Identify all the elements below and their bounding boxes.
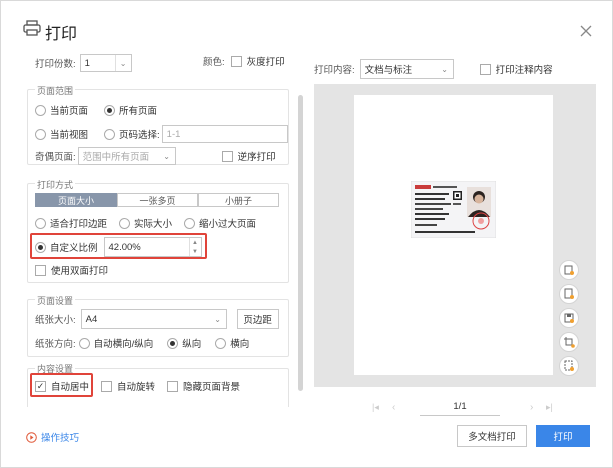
- printer-icon: [23, 20, 41, 36]
- print-preview: [314, 84, 596, 387]
- close-icon[interactable]: [579, 24, 593, 38]
- paper-size-label: 纸张大小:: [35, 315, 76, 326]
- last-page-icon[interactable]: ▸|: [546, 402, 560, 413]
- highlight-box-scale: [30, 233, 207, 259]
- crop-tool[interactable]: [559, 332, 579, 352]
- copies-label: 打印份数:: [35, 59, 76, 70]
- print-content-label: 打印内容:: [314, 65, 355, 76]
- current-page-radio[interactable]: 当前页面: [35, 103, 88, 117]
- print-mode-tabs: 页面大小 一张多页 小册子: [35, 193, 279, 207]
- split-page-icon: [564, 360, 574, 371]
- page-setup-title: 页面设置: [35, 294, 76, 307]
- copies-value: 1: [84, 57, 90, 69]
- page-number-input[interactable]: 1/1: [420, 398, 500, 416]
- grayscale-check-box[interactable]: [230, 55, 242, 67]
- tab-page-size[interactable]: 页面大小: [35, 193, 117, 207]
- chevron-down-icon[interactable]: ⌄: [210, 310, 226, 328]
- document-icon: [564, 288, 574, 299]
- orientation-label: 纸张方向:: [35, 339, 76, 350]
- split-tool[interactable]: [559, 356, 579, 376]
- current-view-radio[interactable]: 当前视图: [35, 127, 88, 141]
- preview-page: [354, 95, 553, 375]
- auto-rotate-checkbox[interactable]: 自动旋转: [101, 379, 155, 393]
- settings-panel: 打印份数: 1 ⌄ 颜色: 灰度打印 页面范围 当前页面 所有页面 当前视图 页…: [21, 49, 293, 407]
- page-navigator: |◂ ‹ 1/1 › ▸|: [372, 398, 560, 416]
- margins-button[interactable]: 页边距: [236, 309, 279, 329]
- prev-page-icon[interactable]: ‹: [392, 402, 406, 413]
- grayscale-checkbox[interactable]: 灰度打印: [230, 54, 285, 68]
- save-icon: [564, 313, 574, 323]
- actual-size-radio[interactable]: 实际大小: [119, 216, 172, 230]
- reverse-print-checkbox[interactable]: 逆序打印: [221, 149, 276, 163]
- page-select-radio[interactable]: 页码选择:: [104, 127, 160, 141]
- save-tool[interactable]: [559, 308, 579, 328]
- help-link[interactable]: 操作技巧: [26, 430, 79, 444]
- odd-even-select[interactable]: 范围中所有页面 ⌄: [77, 147, 176, 165]
- crop-icon: [564, 337, 575, 348]
- tab-booklet[interactable]: 小册子: [198, 193, 279, 207]
- paper-size-select[interactable]: A4 ⌄: [80, 309, 227, 329]
- all-pages-radio[interactable]: 所有页面: [104, 103, 157, 117]
- next-page-icon[interactable]: ›: [530, 402, 544, 413]
- page-range-title: 页面范围: [35, 84, 76, 97]
- auto-orientation-radio[interactable]: 自动横向/纵向: [78, 336, 153, 350]
- chevron-down-icon[interactable]: ⌄: [437, 60, 453, 78]
- shrink-large-radio[interactable]: 缩小过大页面: [184, 216, 256, 230]
- page-settings-icon: [564, 265, 574, 275]
- multi-print-button[interactable]: 多文档打印: [457, 425, 527, 447]
- duplex-checkbox[interactable]: 使用双面打印: [35, 263, 108, 277]
- chevron-down-icon[interactable]: ⌄: [159, 148, 175, 164]
- scale-options-row: 适合打印边距 实际大小 缩小过大页面: [35, 216, 256, 230]
- id-card-image: [411, 181, 496, 238]
- portrait-radio[interactable]: 纵向: [167, 336, 201, 350]
- title-bar: 打印: [1, 1, 612, 49]
- print-content-row: 打印内容: 文档与标注 ⌄ 打印注释内容: [314, 59, 553, 79]
- odd-even-row: 奇偶页面: 范围中所有页面 ⌄ 逆序打印: [35, 147, 276, 165]
- settings-scrollbar[interactable]: [298, 95, 303, 391]
- paper-size-row: 纸张大小: A4 ⌄ 页边距: [35, 309, 279, 329]
- print-button[interactable]: 打印: [536, 425, 590, 447]
- chevron-down-icon[interactable]: ⌄: [114, 55, 131, 71]
- duplex-row: 使用双面打印: [35, 263, 108, 277]
- highlight-box-center: [30, 373, 93, 397]
- print-mode-title: 打印方式: [35, 178, 76, 191]
- print-content-select[interactable]: 文档与标注 ⌄: [359, 59, 454, 79]
- orientation-row: 纸张方向: 自动横向/纵向 纵向 横向: [35, 336, 249, 350]
- doc-tool[interactable]: [559, 284, 579, 304]
- fit-margin-radio[interactable]: 适合打印边距: [35, 216, 107, 230]
- landscape-radio[interactable]: 横向: [215, 336, 249, 350]
- page-range-row-2: 当前视图 页码选择: 1-1: [35, 125, 288, 143]
- color-row: 颜色: 灰度打印: [203, 54, 285, 68]
- first-page-icon[interactable]: |◂: [372, 402, 386, 413]
- odd-even-label: 奇偶页面:: [35, 152, 76, 163]
- color-label: 颜色:: [203, 57, 225, 68]
- tab-multi-page[interactable]: 一张多页: [117, 193, 198, 207]
- hide-background-checkbox[interactable]: 隐藏页面背景: [167, 379, 240, 393]
- print-dialog: 打印 打印份数: 1 ⌄ 颜色: 灰度打印 页面范围 当前页面 所有页面 当前视…: [0, 0, 613, 468]
- print-annotations-checkbox[interactable]: 打印注释内容: [479, 62, 553, 76]
- copies-row: 打印份数: 1 ⌄: [35, 54, 132, 72]
- play-circle-icon: [26, 431, 37, 443]
- dialog-title: 打印: [45, 26, 78, 43]
- copies-input[interactable]: 1 ⌄: [79, 54, 132, 72]
- page-select-input[interactable]: 1-1: [161, 125, 288, 143]
- page-range-row-1: 当前页面 所有页面: [35, 103, 157, 117]
- zoom-fit-tool[interactable]: [559, 260, 579, 280]
